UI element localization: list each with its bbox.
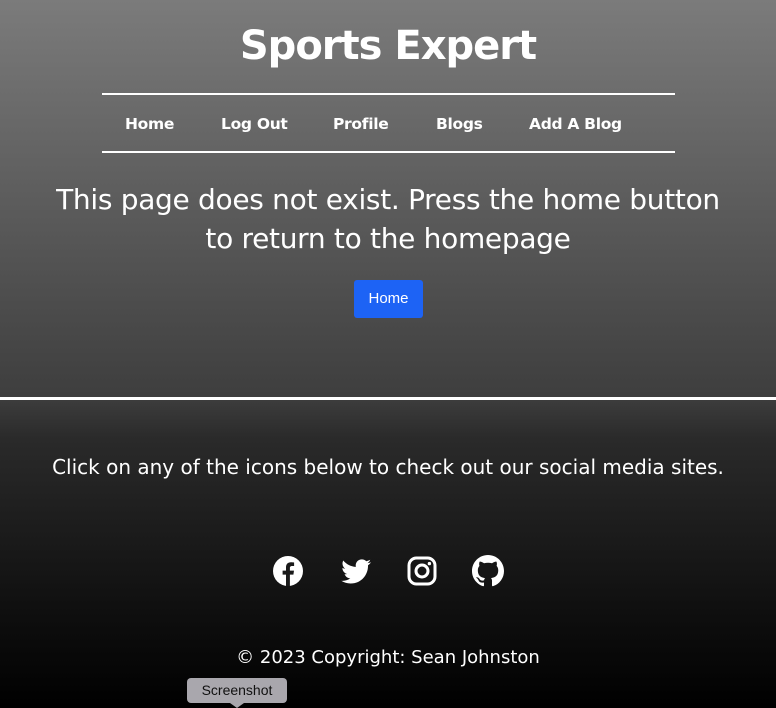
nav-add-a-blog[interactable]: Add A Blog — [529, 95, 622, 151]
copyright-text: © 2023 Copyright: Sean Johnston — [236, 647, 540, 668]
screenshot-tooltip: Screenshot — [187, 678, 287, 703]
github-link[interactable] — [472, 555, 506, 589]
footer-divider — [0, 397, 776, 400]
home-button[interactable]: Home — [354, 280, 423, 318]
not-found-message: This page does not exist. Press the home… — [56, 183, 720, 255]
site-title: Sports Expert — [239, 23, 537, 69]
social-icons — [0, 555, 776, 589]
nav-home[interactable]: Home — [125, 95, 174, 151]
tooltip-arrow — [230, 703, 244, 708]
nav-profile[interactable]: Profile — [333, 95, 389, 151]
social-media-text: Click on any of the icons below to check… — [52, 455, 724, 479]
github-icon — [472, 555, 504, 587]
nav-blogs[interactable]: Blogs — [436, 95, 483, 151]
instagram-link[interactable] — [406, 555, 440, 589]
instagram-icon — [407, 556, 437, 586]
nav-log-out[interactable]: Log Out — [221, 95, 288, 151]
twitter-icon — [341, 559, 371, 584]
twitter-link[interactable] — [340, 555, 374, 589]
facebook-icon — [273, 556, 303, 586]
facebook-link[interactable] — [272, 555, 306, 589]
main-nav: Home Log Out Profile Blogs Add A Blog — [102, 93, 675, 153]
